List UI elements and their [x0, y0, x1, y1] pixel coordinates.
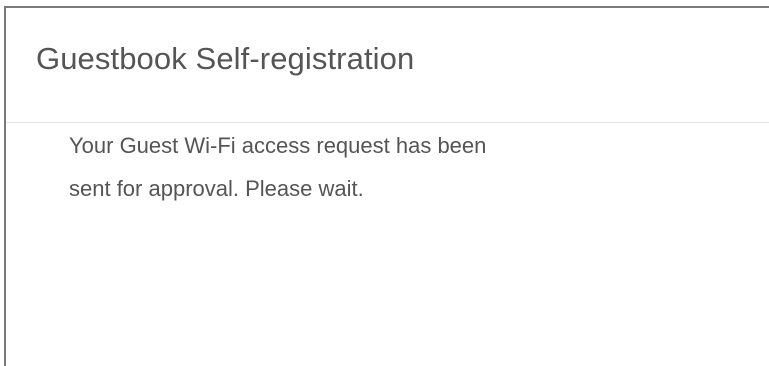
panel-header: Guestbook Self-registration	[6, 8, 769, 123]
status-message-line-1: Your Guest Wi-Fi access request has been	[69, 133, 487, 158]
registration-panel: Guestbook Self-registration Your Guest W…	[4, 6, 769, 366]
status-message: Your Guest Wi-Fi access request has been…	[69, 124, 709, 210]
page-title: Guestbook Self-registration	[36, 41, 415, 76]
status-message-line-2: sent for approval. Please wait.	[69, 176, 364, 201]
